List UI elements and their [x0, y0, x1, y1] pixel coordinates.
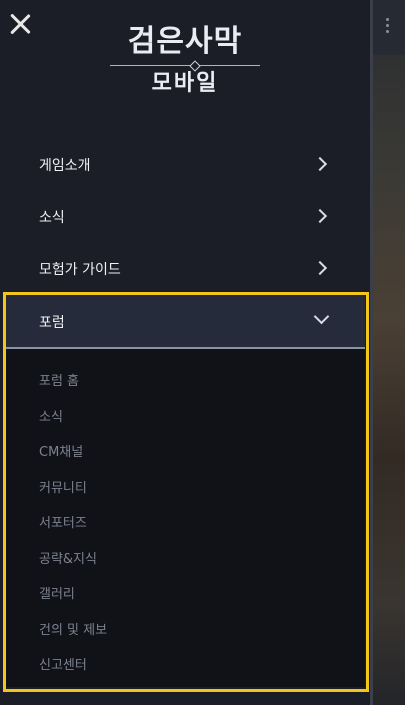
nav-item-game-intro[interactable]: 게임소개	[0, 140, 370, 190]
nav-item-news[interactable]: 소식	[0, 192, 370, 242]
logo-title: 검은사막	[127, 24, 243, 59]
nav-item-label: 모험가 가이드	[39, 262, 121, 278]
chevron-down-icon	[313, 308, 330, 325]
submenu-item-supporters[interactable]: 서포터즈	[39, 512, 87, 531]
nav-item-forum[interactable]: 포럼	[5, 295, 365, 349]
nav-item-label: 게임소개	[39, 158, 91, 174]
background-game-art	[370, 0, 405, 705]
chevron-right-icon	[312, 156, 328, 172]
more-options-icon[interactable]	[386, 18, 389, 36]
nav-item-label: 포럼	[39, 315, 65, 331]
submenu-item-cm-channel[interactable]: CM채널	[39, 441, 83, 460]
submenu-item-gallery[interactable]: 갤러리	[39, 583, 75, 602]
submenu-item-forum-home[interactable]: 포럼 홈	[39, 370, 79, 389]
submenu-item-suggestions[interactable]: 건의 및 제보	[39, 619, 107, 638]
nav-item-label: 소식	[39, 210, 65, 226]
submenu-item-guides[interactable]: 공략&지식	[39, 548, 97, 567]
logo-divider	[110, 62, 260, 70]
navigation-drawer: 검은사막 모바일 게임소개 소식 모험가 가이드 포럼 포럼 홈 소식 CM채널…	[0, 0, 370, 705]
submenu-item-news[interactable]: 소식	[39, 406, 63, 425]
chevron-right-icon	[312, 208, 328, 224]
chevron-right-icon	[312, 260, 328, 276]
scrollbar[interactable]	[370, 0, 373, 705]
submenu-item-report-center[interactable]: 신고센터	[39, 654, 87, 673]
forum-submenu: 포럼 홈 소식 CM채널 커뮤니티 서포터즈 공략&지식 갤러리 건의 및 제보…	[5, 349, 365, 687]
close-icon[interactable]	[8, 12, 32, 36]
game-logo[interactable]: 검은사막 모바일	[100, 24, 270, 108]
nav-item-guide[interactable]: 모험가 가이드	[0, 244, 370, 294]
submenu-item-community[interactable]: 커뮤니티	[39, 477, 87, 496]
logo-subtitle: 모바일	[151, 70, 219, 96]
